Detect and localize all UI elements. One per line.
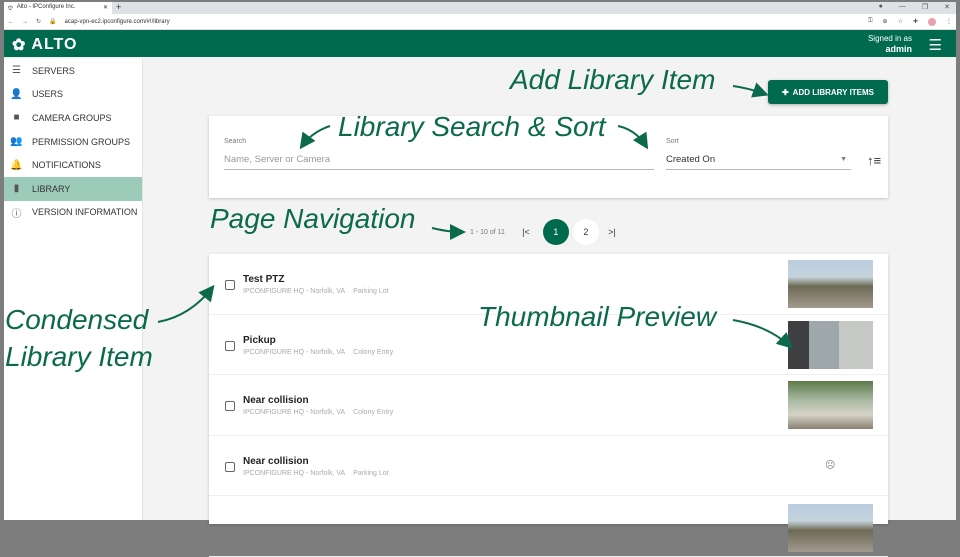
annotation-arrows <box>157 82 793 349</box>
arrow-thumbnail <box>732 319 793 349</box>
arrow-condensed <box>157 284 215 323</box>
arrow-search-right <box>617 125 649 150</box>
arrow-add <box>732 82 769 98</box>
arrow-search-left <box>299 125 331 150</box>
arrow-pager <box>431 223 466 240</box>
